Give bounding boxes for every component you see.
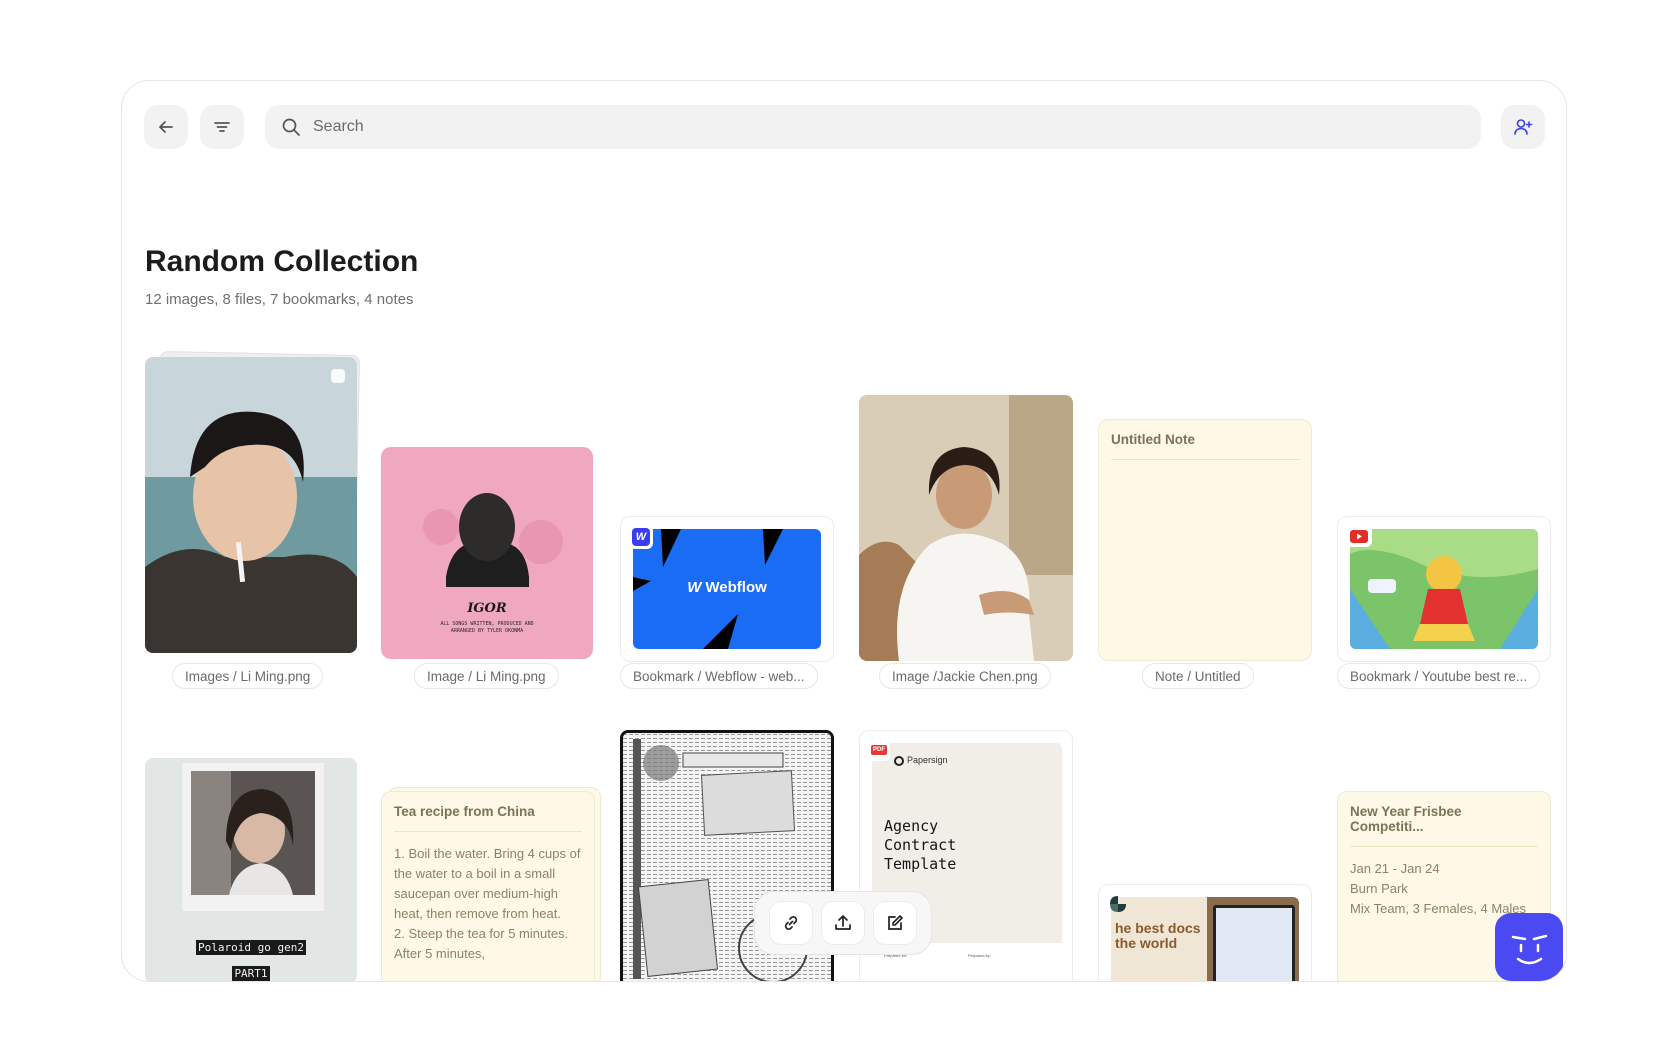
untitled-note-card[interactable]: Untitled Note (1098, 419, 1312, 661)
papersign-logo-icon (894, 755, 904, 766)
webflow-preview: W Webflow (633, 529, 821, 649)
polaroid-caption: Polaroid go gen2 (196, 940, 306, 955)
youtube-icon (1346, 525, 1372, 547)
back-button[interactable] (144, 105, 188, 149)
collection-summary: 12 images, 8 files, 7 bookmarks, 4 notes (145, 291, 414, 308)
collection-window: Random Collection 12 images, 8 files, 7 … (121, 80, 1567, 982)
igor-album-image[interactable]: IGOR ALL SONGS WRITTEN, PRODUCED AND ARR… (381, 447, 593, 659)
search-bar[interactable] (265, 105, 1481, 149)
item-label: Images / Li Ming.png (172, 663, 324, 689)
note-line: Burn Park (1350, 881, 1408, 896)
upload-icon (835, 915, 851, 930)
image-stack-card[interactable] (145, 350, 361, 653)
smiley-face-icon (1511, 934, 1548, 965)
item-action-toolbar (754, 891, 932, 955)
li-ming-photo (145, 357, 357, 653)
page-title: Random Collection (145, 245, 419, 278)
docs-logo-icon (1109, 895, 1127, 913)
note-divider (1111, 459, 1299, 460)
note-body: 1. Boil the water. Bring 4 cups of the w… (394, 846, 581, 961)
webflow-title: Webflow (705, 579, 767, 596)
filter-icon (214, 122, 230, 132)
pdf-file-icon: PDF (868, 739, 890, 761)
webflow-logo-icon: W (687, 579, 702, 596)
item-label: Bookmark / Webflow - web... (620, 663, 818, 689)
papersign-brand: Papersign (907, 755, 948, 765)
docs-bookmark-card[interactable]: he best docs the world (1098, 884, 1312, 981)
anime-art (1350, 529, 1538, 649)
webflow-bookmark-card[interactable]: W Webflow W (620, 516, 834, 662)
photo-art (859, 395, 1073, 661)
item-label: Image / Li Ming.png (414, 663, 559, 689)
docs-preview: he best docs the world (1111, 897, 1299, 981)
search-input[interactable] (313, 118, 1413, 136)
arrow-left-icon (159, 121, 173, 133)
polaroid-caption-part: PART1 (232, 966, 270, 981)
youtube-bookmark-card[interactable] (1337, 516, 1551, 662)
jackie-chen-photo[interactable] (859, 395, 1073, 661)
docs-headline: he best docs the world (1115, 920, 1201, 951)
album-title: IGOR (467, 601, 507, 616)
contract-title: Agency Contract Template (884, 817, 957, 873)
tea-recipe-note-card[interactable]: Tea recipe from China 1. Boil the water.… (381, 791, 595, 981)
link-icon (784, 916, 798, 930)
copy-link-button[interactable] (769, 901, 813, 945)
multi-image-icon (331, 369, 345, 383)
item-label: Note / Untitled (1142, 663, 1254, 689)
polaroid-photo (191, 771, 315, 895)
pdf-badge: PDF (871, 745, 887, 755)
user-plus-icon (1514, 119, 1533, 135)
note-title: Tea recipe from China (394, 804, 535, 819)
webflow-favicon: W (629, 525, 653, 549)
edit-icon (888, 915, 903, 930)
note-line: Jan 21 - Jan 24 (1350, 861, 1440, 876)
assistant-mascot-button[interactable] (1495, 913, 1563, 981)
add-user-button[interactable] (1501, 105, 1545, 149)
note-title: New Year Frisbee Competiti... (1350, 804, 1462, 834)
polaroid-image-card[interactable]: Polaroid go gen2 PART1 (145, 758, 357, 981)
polaroid-frame (181, 762, 325, 912)
edit-button[interactable] (873, 901, 917, 945)
filter-button[interactable] (200, 105, 244, 149)
laptop-photo (1207, 897, 1299, 981)
album-credits: ALL SONGS WRITTEN, PRODUCED AND ARRANGED… (440, 621, 534, 634)
search-icon (282, 118, 300, 136)
item-label: Image /Jackie Chen.png (879, 663, 1051, 689)
share-button[interactable] (821, 901, 865, 945)
webflow-badge-icon: W (632, 528, 650, 546)
prepared-by-label: Prepared by: (968, 953, 991, 958)
note-title: Untitled Note (1111, 432, 1195, 447)
item-label: Bookmark / Youtube best re... (1337, 663, 1541, 689)
youtube-preview (1350, 529, 1538, 649)
